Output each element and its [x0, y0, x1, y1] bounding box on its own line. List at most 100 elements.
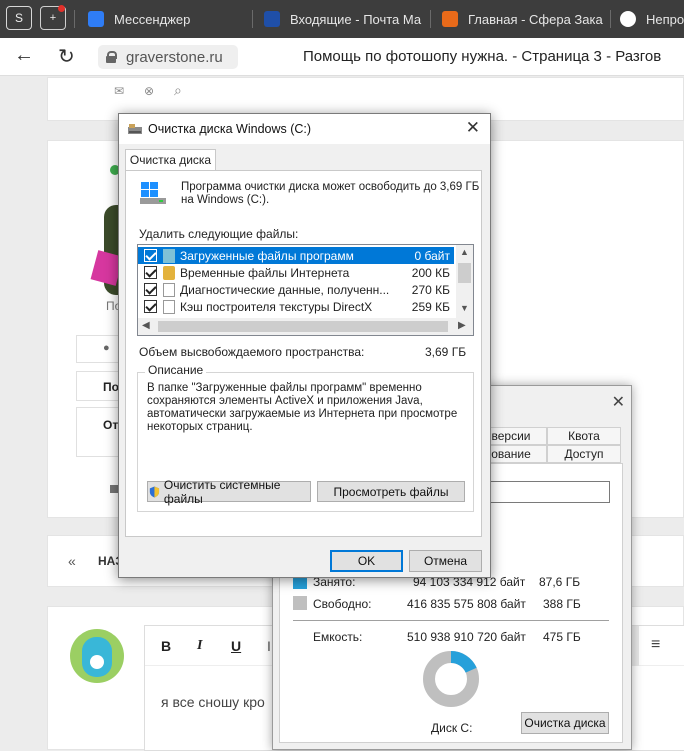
tab-access[interactable]: Доступ — [547, 445, 621, 463]
url-text: graverstone.ru — [126, 48, 223, 66]
vertical-scrollbar[interactable]: ▲ ▼ — [456, 245, 473, 318]
home-tab-button[interactable]: S — [6, 6, 32, 30]
user-avatar — [70, 629, 124, 683]
notification-dot — [58, 5, 65, 12]
tab-mail[interactable]: Входящие - Почта Ма — [264, 4, 426, 34]
tab-separator — [610, 10, 611, 28]
dialog-title: Очистка диска Windows (C:) — [148, 122, 312, 136]
lock-icon — [106, 51, 117, 63]
url-field[interactable]: graverstone.ru — [98, 45, 238, 69]
scroll-up-icon[interactable]: ▲ — [460, 247, 469, 257]
btn-ot[interactable]: От — [76, 407, 120, 457]
site-icon — [620, 11, 636, 27]
strike-icon[interactable]: I — [267, 638, 271, 654]
space-value: 3,69 ГБ — [425, 345, 467, 359]
italic-button[interactable]: I — [197, 638, 202, 654]
reload-icon[interactable]: ↻ — [58, 44, 75, 69]
checkbox[interactable] — [144, 266, 157, 279]
clean-system-files-button[interactable]: Очистить системные файлы — [147, 478, 311, 506]
file-size: 200 КБ — [411, 265, 450, 280]
scroll-thumb[interactable] — [158, 321, 448, 332]
mail-icon — [264, 11, 280, 27]
clean-system-files-label: Очистить системные файлы — [163, 477, 281, 506]
address-bar: ← ↻ graverstone.ru Помощь по фотошопу ну… — [0, 38, 684, 76]
back-arrow-icon[interactable]: ← — [14, 44, 34, 67]
files-list[interactable]: Загруженные файлы программ 0 байт Времен… — [137, 244, 474, 336]
scroll-thumb[interactable] — [458, 263, 471, 283]
disk-cleanup-dialog: Очистка диска Windows (C:) ✕ Очистка дис… — [118, 113, 491, 578]
dialog-titlebar[interactable]: Очистка диска Windows (C:) ✕ — [119, 114, 490, 144]
tab-sfera[interactable]: Главная - Сфера Зака — [442, 4, 606, 34]
file-name: Временные файлы Интернета — [180, 265, 350, 280]
disk-label: Диск C: — [431, 721, 473, 735]
ok-button[interactable]: OK — [330, 550, 403, 572]
tab-label: Входящие - Почта Ма — [290, 11, 422, 27]
files-label: Удалить следующие файлы: — [139, 227, 299, 241]
scroll-right-icon[interactable]: ▶ — [458, 320, 466, 331]
cancel-button[interactable]: Отмена — [409, 550, 482, 572]
tab-label: Непрo — [646, 11, 684, 27]
tab-label: Главная - Сфера Зака — [468, 11, 603, 27]
tab-label: Мессенджер — [114, 11, 191, 27]
capacity-gb: 475 ГБ — [543, 630, 581, 644]
btn-ot-label: От — [103, 418, 119, 432]
disk-cleanup-button[interactable]: Очистка диска — [521, 712, 609, 734]
tab-disk-cleanup[interactable]: Очистка диска — [125, 149, 216, 171]
double-chevron-left-icon[interactable]: « — [68, 553, 76, 569]
lock-icon — [163, 265, 175, 280]
free-gb: 388 ГБ — [543, 597, 581, 611]
btn-po-label: По — [103, 380, 119, 394]
bold-button[interactable]: B — [161, 638, 171, 654]
free-bytes: 416 835 575 808 байт — [407, 597, 526, 611]
list-item[interactable]: Временные файлы Интернета 200 КБ — [138, 264, 454, 281]
used-gb: 87,6 ГБ — [539, 575, 581, 589]
capacity-bytes: 510 938 910 720 байт — [407, 630, 526, 644]
tab-messenger[interactable]: Мессенджер — [88, 4, 248, 34]
free-legend-swatch — [293, 596, 307, 610]
tab-separator — [74, 10, 75, 28]
message-button[interactable]: ● — [76, 335, 120, 363]
list-item[interactable]: Загруженные файлы программ 0 байт — [138, 247, 454, 264]
scroll-down-icon[interactable]: ▼ — [460, 303, 469, 313]
btn-po[interactable]: По — [76, 371, 120, 401]
folder-icon — [163, 248, 175, 263]
scroll-left-icon[interactable]: ◀ — [142, 320, 150, 331]
document-icon — [163, 299, 175, 314]
list-item[interactable]: Кэш построителя текстуры DirectX 259 КБ — [138, 298, 454, 315]
drive-icon — [140, 182, 166, 204]
chat-icon: ● — [103, 342, 110, 354]
search-icon[interactable]: ⌕ — [174, 82, 182, 99]
tab-quota[interactable]: Квота — [547, 427, 621, 445]
sfera-icon — [442, 11, 458, 27]
checkbox[interactable] — [144, 300, 157, 313]
small-icon — [110, 485, 118, 493]
block-icon[interactable]: ⊗ — [144, 84, 154, 98]
checkbox[interactable] — [144, 249, 157, 262]
underline-button[interactable]: U — [231, 638, 241, 654]
tab-separator — [430, 10, 431, 28]
close-icon[interactable]: ✕ — [612, 392, 625, 412]
close-icon[interactable]: ✕ — [466, 118, 480, 138]
description-legend: Описание — [145, 363, 207, 377]
list-item[interactable]: Диагностические данные, полученн... 270 … — [138, 281, 454, 298]
horizontal-scrollbar[interactable]: ◀ ▶ — [138, 318, 473, 335]
disk-usage-donut — [423, 651, 479, 707]
checkbox[interactable] — [144, 283, 157, 296]
space-label: Объем высвобождаемого пространства: — [139, 345, 365, 359]
file-name: Диагностические данные, полученн... — [180, 282, 390, 297]
envelope-icon[interactable]: ✉ — [114, 84, 124, 98]
file-size: 259 КБ — [411, 299, 450, 314]
free-label: Свободно: — [313, 597, 372, 611]
document-icon — [163, 282, 175, 297]
file-size: 270 КБ — [411, 282, 450, 297]
editor-text[interactable]: я все сношу кро — [161, 694, 265, 710]
view-files-button[interactable]: Просмотреть файлы — [317, 481, 465, 502]
file-name: Загруженные файлы программ — [180, 248, 354, 263]
page-title: Помощь по фотошопу нужна. - Страница 3 -… — [303, 48, 662, 65]
messenger-icon — [88, 11, 104, 27]
divider — [293, 620, 609, 621]
file-size: 0 байт — [414, 248, 450, 263]
tab-other[interactable]: Непрo — [620, 4, 684, 34]
align-icon[interactable]: ≡ — [651, 636, 660, 654]
disk-name-field[interactable] — [478, 481, 610, 503]
